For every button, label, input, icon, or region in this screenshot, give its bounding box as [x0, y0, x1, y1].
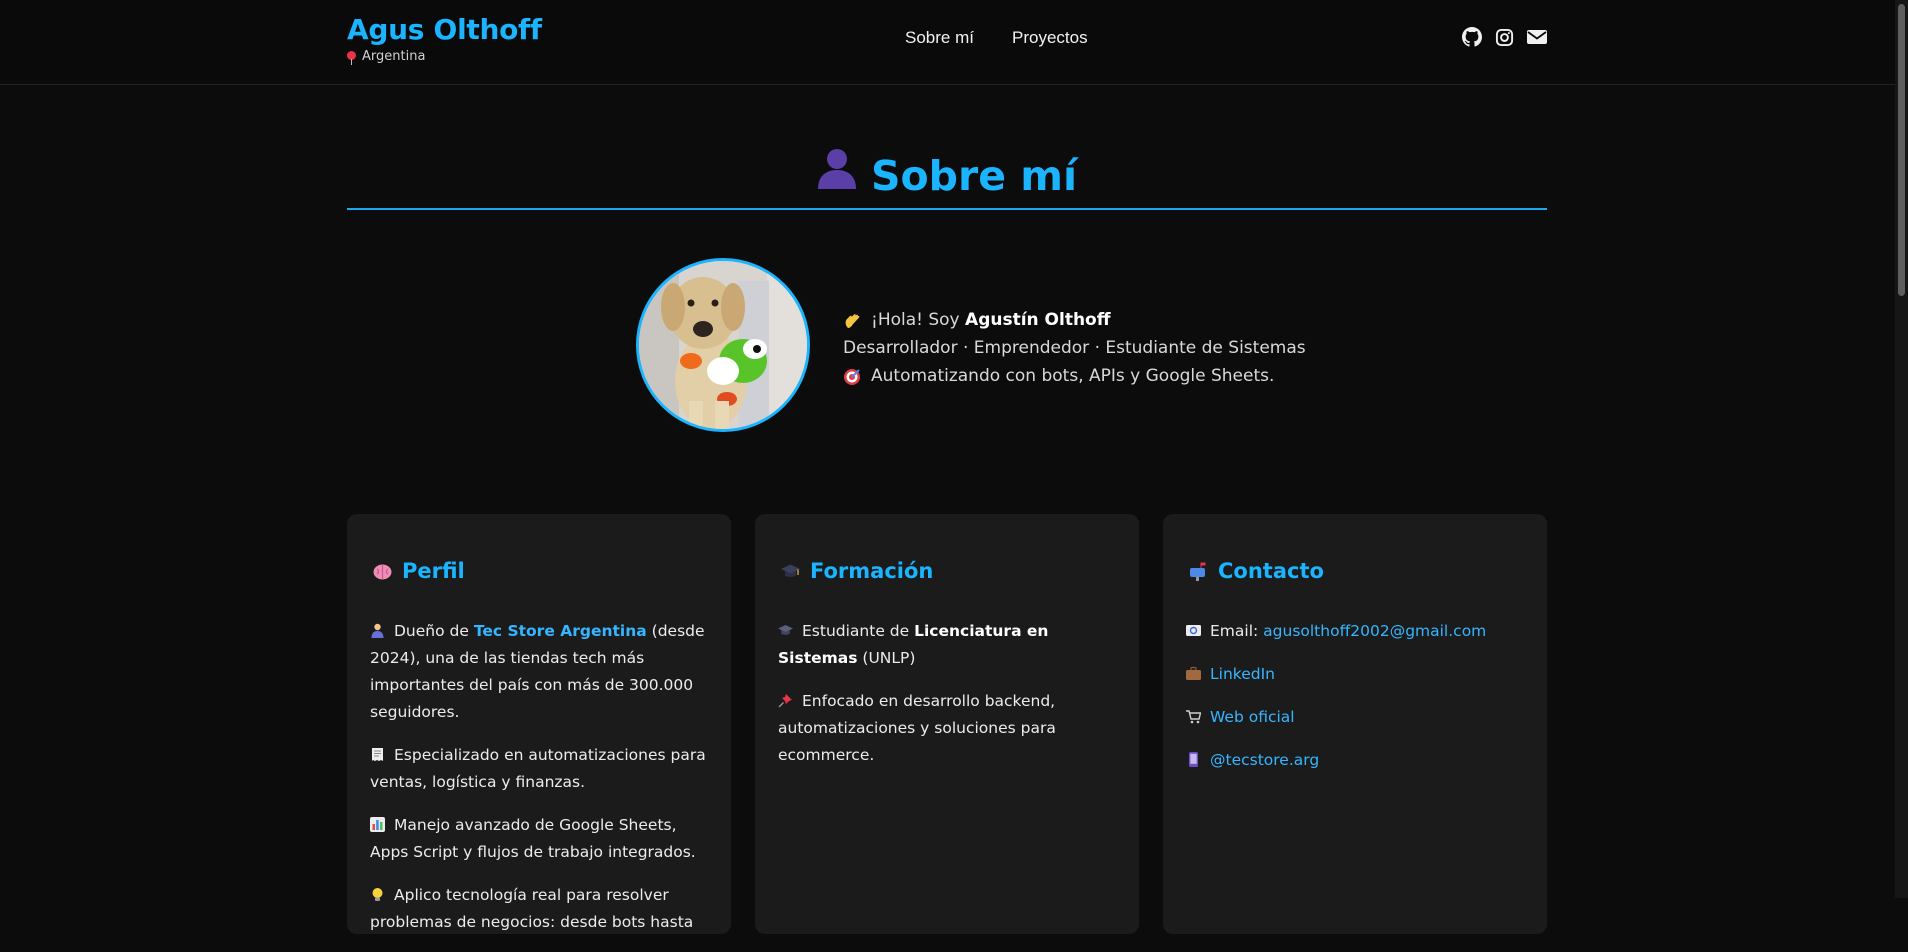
brand: Agus Olthoff Argentina — [347, 12, 542, 65]
tagline-line: Automatizando con bots, APIs y Google Sh… — [843, 362, 1306, 390]
roles-text: Desarrollador · Emprendedor · Estudiante… — [843, 338, 1306, 358]
full-name: Agustín Olthoff — [965, 310, 1111, 330]
formacion-paragraph: Enfocado en desarrollo backend, automati… — [778, 688, 1123, 769]
roles-line: Desarrollador · Emprendedor · Estudiante… — [843, 334, 1306, 362]
shopping-cart-icon — [1186, 706, 1202, 724]
tagline-text: Automatizando con bots, APIs y Google Sh… — [871, 366, 1275, 386]
card-perfil-body: Dueño de Tec Store Argentina (desde 2024… — [370, 618, 715, 952]
tec-store-link[interactable]: Tec Store Argentina — [474, 622, 647, 640]
waving-hand-icon — [843, 311, 861, 329]
mobile-phone-icon — [1186, 749, 1201, 767]
perfil-paragraph: Manejo avanzado de Google Sheets, Apps S… — [370, 812, 715, 866]
briefcase-icon — [1186, 663, 1201, 680]
page-scrollbar[interactable] — [1895, 0, 1908, 898]
section-title: Sobre mí — [347, 148, 1547, 204]
location: Argentina — [347, 49, 542, 65]
contact-instagram-row: @tecstore.arg — [1186, 747, 1531, 774]
location-label: Argentina — [362, 49, 426, 64]
formacion-paragraph: Estudiante de Licenciatura en Sistemas (… — [778, 618, 1123, 672]
card-perfil-title: Perfil — [373, 559, 465, 583]
bar-chart-icon — [370, 814, 385, 832]
greeting-text: ¡Hola! Soy — [871, 310, 960, 330]
card-perfil: Perfil Dueño de Tec Store Argentina (des… — [347, 514, 731, 934]
card-formacion-title-text: Formación — [810, 559, 934, 583]
formacion-p1-post: (UNLP) — [857, 649, 916, 667]
pushpin-icon — [778, 690, 793, 708]
person-icon — [817, 147, 857, 203]
graduation-cap-icon — [781, 562, 800, 581]
brand-name[interactable]: Agus Olthoff — [347, 12, 542, 48]
instagram-link[interactable]: @tecstore.arg — [1210, 751, 1319, 769]
card-contacto-body: Email: agusolthoff2002@gmail.com LinkedI… — [1186, 618, 1531, 790]
nav-proyectos[interactable]: Proyectos — [1012, 28, 1088, 48]
businessperson-icon — [370, 620, 385, 638]
mailbox-icon — [1189, 562, 1208, 581]
nav-sobre-mi[interactable]: Sobre mí — [905, 28, 974, 48]
avatar — [636, 258, 810, 432]
envelope-icon[interactable] — [1527, 29, 1547, 45]
email-link[interactable]: agusolthoff2002@gmail.com — [1263, 622, 1486, 640]
main-nav: Sobre mí Proyectos — [905, 28, 1088, 48]
github-icon[interactable] — [1462, 27, 1482, 47]
contact-web-row: Web oficial — [1186, 704, 1531, 731]
intro-text: ¡Hola! Soy Agustín Olthoff Desarrollador… — [843, 306, 1306, 390]
greeting-line: ¡Hola! Soy Agustín Olthoff — [843, 306, 1306, 334]
instagram-icon[interactable] — [1495, 28, 1514, 47]
card-contacto-title: Contacto — [1189, 559, 1324, 583]
perfil-p3: Manejo avanzado de Google Sheets, Apps S… — [370, 816, 696, 861]
perfil-paragraph: Especializado en automatizaciones para v… — [370, 742, 715, 796]
card-contacto: Contacto Email: agusolthoff2002@gmail.co… — [1163, 514, 1547, 934]
perfil-paragraph: Dueño de Tec Store Argentina (desde 2024… — [370, 618, 715, 726]
perfil-p2: Especializado en automatizaciones para v… — [370, 746, 706, 791]
perfil-p4: Aplico tecnología real para resolver pro… — [370, 886, 694, 931]
email-icon — [1186, 620, 1201, 636]
perfil-p1-pre: Dueño de — [394, 622, 474, 640]
receipt-icon — [370, 744, 385, 761]
card-formacion-body: Estudiante de Licenciatura en Sistemas (… — [778, 618, 1123, 785]
section-title-text: Sobre mí — [870, 152, 1078, 200]
card-perfil-title-text: Perfil — [402, 559, 465, 583]
email-label: Email: — [1210, 622, 1264, 640]
formacion-p1-pre: Estudiante de — [802, 622, 915, 640]
social-links — [1462, 27, 1547, 47]
graduation-cap-icon — [778, 620, 793, 635]
pin-icon — [347, 50, 356, 65]
perfil-paragraph: Aplico tecnología real para resolver pro… — [370, 882, 715, 936]
brain-icon — [373, 562, 392, 581]
light-bulb-icon — [370, 884, 385, 901]
target-icon — [843, 367, 861, 385]
card-formacion-title: Formación — [781, 559, 933, 583]
title-divider — [347, 208, 1547, 210]
contact-email-row: Email: agusolthoff2002@gmail.com — [1186, 618, 1531, 645]
formacion-p2: Enfocado en desarrollo backend, automati… — [778, 692, 1056, 764]
web-oficial-link[interactable]: Web oficial — [1210, 708, 1295, 726]
card-formacion: Formación Estudiante de Licenciatura en … — [755, 514, 1139, 934]
scrollbar-thumb[interactable] — [1898, 4, 1905, 296]
site-header: Agus Olthoff Argentina Sobre mí Proyecto… — [0, 0, 1908, 85]
card-contacto-title-text: Contacto — [1218, 559, 1324, 583]
contact-linkedin-row: LinkedIn — [1186, 661, 1531, 688]
linkedin-link[interactable]: LinkedIn — [1210, 665, 1275, 683]
